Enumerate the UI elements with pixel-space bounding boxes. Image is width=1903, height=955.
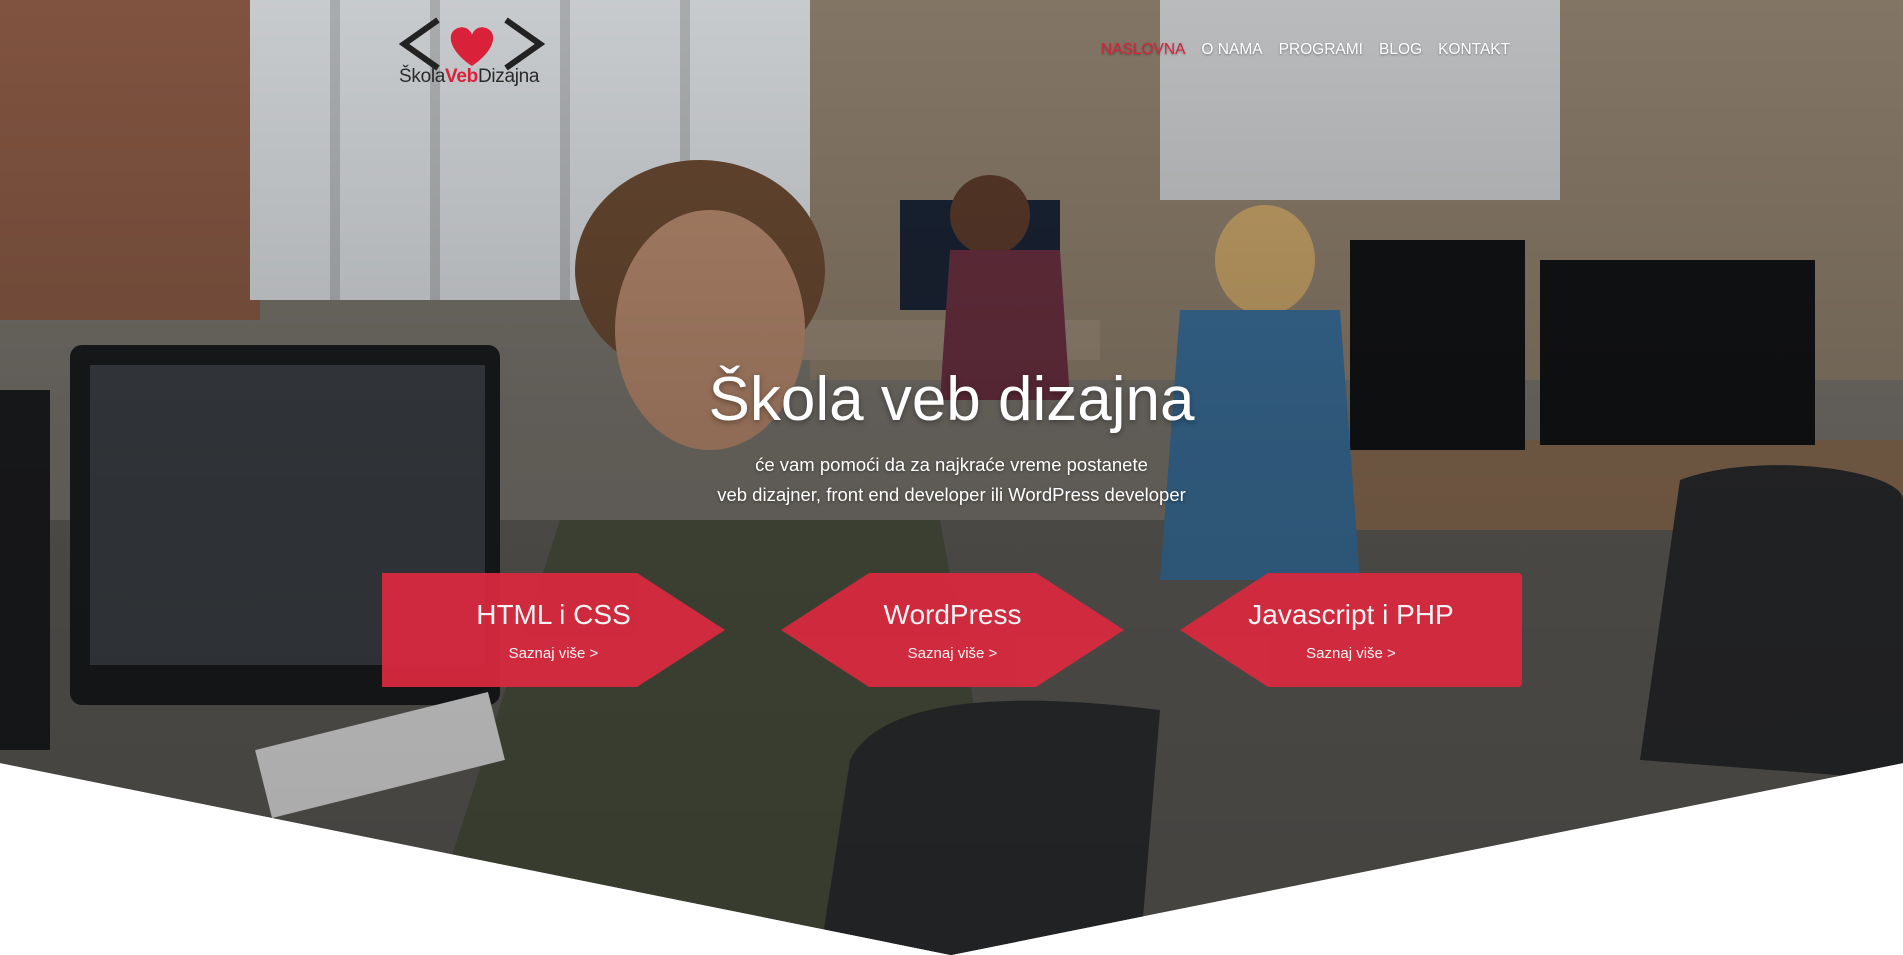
program-title: Javascript i PHP [1248, 599, 1454, 630]
hero-background [0, 0, 1903, 955]
hero-title: Škola veb dizajna [708, 365, 1195, 434]
hero-subtitle-line1: će vam pomoći da za najkraće vreme posta… [755, 454, 1148, 475]
nav-item-naslovna[interactable]: NASLOVNA [1101, 41, 1185, 59]
program-title: HTML i CSS [476, 599, 631, 630]
main-nav: NASLOVNA O NAMA PROGRAMI BLOG KONTAKT [1101, 41, 1510, 59]
hero-overlay [0, 0, 1903, 955]
nav-item-kontakt[interactable]: KONTAKT [1438, 41, 1510, 59]
nav-item-o-nama[interactable]: O NAMA [1201, 41, 1262, 59]
program-link[interactable]: Saznaj više > [382, 645, 725, 662]
nav-item-blog[interactable]: BLOG [1379, 41, 1422, 59]
program-title: WordPress [883, 599, 1022, 630]
logo-text-skola: Škola [399, 66, 446, 87]
logo-text-dizajna: Dizajna [477, 66, 540, 87]
program-link[interactable]: Saznaj više > [781, 645, 1124, 662]
logo-text-veb: Veb [445, 66, 478, 87]
logo-text[interactable]: ŠkolaVebDizajna [399, 66, 540, 88]
nav-item-programi[interactable]: PROGRAMI [1279, 41, 1363, 59]
hero-subtitle-line2: veb dizajner, front end developer ili Wo… [717, 484, 1186, 505]
program-link[interactable]: Saznaj više > [1180, 645, 1522, 662]
